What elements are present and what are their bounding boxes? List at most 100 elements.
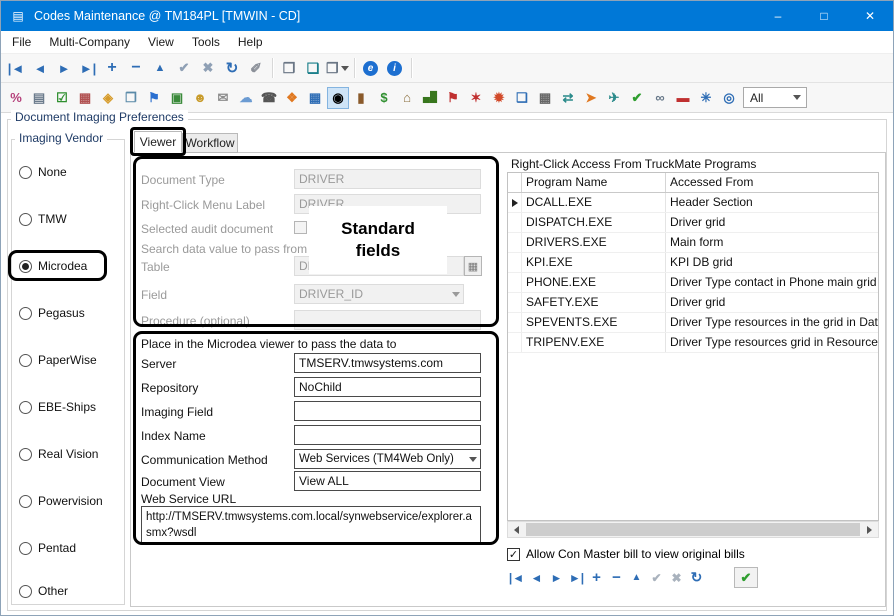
send-icon[interactable]: ➤ bbox=[580, 87, 602, 109]
grid-edit-button[interactable]: ▲ bbox=[627, 567, 646, 588]
menu-tools[interactable]: Tools bbox=[183, 31, 229, 53]
vendor-radio-none[interactable]: None bbox=[19, 164, 67, 180]
menu-view[interactable]: View bbox=[139, 31, 183, 53]
plane-icon[interactable]: ✈ bbox=[603, 87, 625, 109]
grid-next-button[interactable]: ► bbox=[547, 567, 566, 588]
scrollbar-thumb[interactable] bbox=[526, 523, 860, 536]
table-row[interactable]: KPI.EXE KPI DB grid bbox=[508, 253, 878, 273]
vendor-radio-microdea[interactable]: Microdea bbox=[19, 258, 87, 274]
red-flag-icon[interactable]: ⚑ bbox=[442, 87, 464, 109]
user-icon[interactable]: ☻ bbox=[189, 87, 211, 109]
print-report-button[interactable]: ❒ bbox=[278, 57, 300, 79]
table-row[interactable]: DISPATCH.EXE Driver grid bbox=[508, 213, 878, 233]
edit-record-button[interactable]: ▲ bbox=[149, 57, 171, 79]
document-icon[interactable]: ❏ bbox=[511, 87, 533, 109]
refresh-button[interactable]: ↻ bbox=[221, 57, 243, 79]
calculator-icon[interactable]: ▦ bbox=[534, 87, 556, 109]
vendor-radio-tmw[interactable]: TMW bbox=[19, 211, 67, 227]
grid-cancel-button[interactable]: ✖ bbox=[667, 567, 686, 588]
grid-horizontal-scrollbar[interactable] bbox=[507, 521, 879, 538]
table-row[interactable]: SPEVENTS.EXE Driver Type resources in th… bbox=[508, 313, 878, 333]
index-name-field[interactable] bbox=[294, 425, 481, 445]
grid-prior-button[interactable]: ◄ bbox=[527, 567, 546, 588]
burst-icon[interactable]: ✶ bbox=[465, 87, 487, 109]
vendor-radio-other[interactable]: Other bbox=[19, 583, 68, 599]
first-record-button[interactable]: |◄ bbox=[5, 57, 27, 79]
checkbox-checked-icon[interactable]: ✓ bbox=[507, 548, 520, 561]
scroll-right-button[interactable] bbox=[861, 522, 878, 537]
vendor-radio-paperwise[interactable]: PaperWise bbox=[19, 352, 97, 368]
next-record-button[interactable]: ► bbox=[53, 57, 75, 79]
percent-icon[interactable]: % bbox=[5, 87, 27, 109]
column-header-program-name[interactable]: Program Name bbox=[522, 173, 666, 192]
insert-record-button[interactable]: + bbox=[101, 57, 123, 79]
fuel-icon[interactable]: ▮ bbox=[350, 87, 372, 109]
toolbar-filter-dropdown[interactable]: All bbox=[743, 87, 807, 108]
minimize-button[interactable]: – bbox=[755, 1, 801, 31]
flag-icon[interactable]: ⚑ bbox=[143, 87, 165, 109]
table-row[interactable]: DRIVERS.EXE Main form bbox=[508, 233, 878, 253]
web-service-url-field[interactable]: http://TMSERV.tmwsystems.com.local/synwe… bbox=[141, 506, 481, 544]
grid-icon[interactable]: ▦ bbox=[304, 87, 326, 109]
menu-multi-company[interactable]: Multi-Company bbox=[40, 31, 139, 53]
scroll-left-button[interactable] bbox=[508, 522, 525, 537]
repository-field[interactable]: NoChild bbox=[294, 377, 481, 397]
allow-con-master-checkbox-row[interactable]: ✓ Allow Con Master bill to view original… bbox=[507, 547, 745, 561]
table-row[interactable]: PHONE.EXE Driver Type contact in Phone m… bbox=[508, 273, 878, 293]
grid-refresh-button[interactable]: ↻ bbox=[687, 567, 706, 588]
commit-button[interactable]: ✔ bbox=[734, 567, 758, 588]
notes-icon[interactable]: ▤ bbox=[28, 87, 50, 109]
maximize-button[interactable]: □ bbox=[801, 1, 847, 31]
money-icon[interactable]: $ bbox=[373, 87, 395, 109]
share-icon[interactable]: ❖ bbox=[281, 87, 303, 109]
tab-viewer[interactable]: Viewer bbox=[134, 131, 182, 153]
cloud-icon[interactable]: ☁ bbox=[235, 87, 257, 109]
menu-file[interactable]: File bbox=[3, 31, 40, 53]
checklist-icon[interactable]: ☑ bbox=[51, 87, 73, 109]
info-button[interactable]: i bbox=[384, 57, 406, 79]
grid-first-button[interactable]: |◄ bbox=[507, 567, 526, 588]
last-record-button[interactable]: ►| bbox=[77, 57, 99, 79]
phone-icon[interactable]: ☎ bbox=[258, 87, 280, 109]
column-header-accessed-from[interactable]: Accessed From bbox=[666, 173, 878, 192]
building-icon[interactable]: ⌂ bbox=[396, 87, 418, 109]
vendor-radio-pentad[interactable]: Pentad bbox=[19, 540, 76, 556]
table-row[interactable]: TRIPENV.EXE Driver Type resources grid i… bbox=[508, 333, 878, 353]
globe2-icon[interactable]: ◎ bbox=[718, 87, 740, 109]
mail-icon[interactable]: ✉ bbox=[212, 87, 234, 109]
cancel-edit-button[interactable]: ✖ bbox=[197, 57, 219, 79]
vendor-radio-pegasus[interactable]: Pegasus bbox=[19, 305, 85, 321]
document-view-field[interactable]: View ALL bbox=[294, 471, 481, 491]
menu-help[interactable]: Help bbox=[229, 31, 272, 53]
camera-icon[interactable]: ◉ bbox=[327, 87, 349, 109]
close-button[interactable]: ✕ bbox=[847, 1, 893, 31]
print-setup-button[interactable]: ❒ bbox=[326, 57, 349, 79]
asterisk-icon[interactable]: ✳ bbox=[695, 87, 717, 109]
imaging-field-field[interactable] bbox=[294, 401, 481, 421]
remove-icon[interactable]: ▬ bbox=[672, 87, 694, 109]
sync-icon[interactable]: ⇄ bbox=[557, 87, 579, 109]
grid-last-button[interactable]: ►| bbox=[567, 567, 586, 588]
copy-icon[interactable]: ❐ bbox=[120, 87, 142, 109]
communication-method-dropdown[interactable]: Web Services (TM4Web Only) bbox=[294, 449, 481, 469]
table-row[interactable]: SAFETY.EXE Driver grid bbox=[508, 293, 878, 313]
prior-record-button[interactable]: ◄ bbox=[29, 57, 51, 79]
link-icon[interactable]: ∞ bbox=[649, 87, 671, 109]
approve-icon[interactable]: ✔ bbox=[626, 87, 648, 109]
vendor-radio-real-vision[interactable]: Real Vision bbox=[19, 446, 98, 462]
server-field[interactable]: TMSERV.tmwsystems.com bbox=[294, 353, 481, 373]
grid-post-button[interactable]: ✔ bbox=[647, 567, 666, 588]
print-preview-button[interactable]: ❏ bbox=[302, 57, 324, 79]
annotate-button[interactable]: ✐ bbox=[245, 57, 267, 79]
internet-button[interactable]: e bbox=[360, 57, 382, 79]
truck-icon[interactable]: ▣ bbox=[166, 87, 188, 109]
grid-insert-button[interactable]: + bbox=[587, 567, 606, 588]
burst2-icon[interactable]: ✹ bbox=[488, 87, 510, 109]
badge-icon[interactable]: ◈ bbox=[97, 87, 119, 109]
delete-record-button[interactable]: − bbox=[125, 57, 147, 79]
vendor-radio-powervision[interactable]: Powervision bbox=[19, 493, 103, 509]
table-row[interactable]: DCALL.EXE Header Section bbox=[508, 193, 878, 213]
grid-delete-button[interactable]: − bbox=[607, 567, 626, 588]
tab-workflow[interactable]: Workflow bbox=[182, 133, 238, 153]
calendar-icon[interactable]: ▦ bbox=[74, 87, 96, 109]
